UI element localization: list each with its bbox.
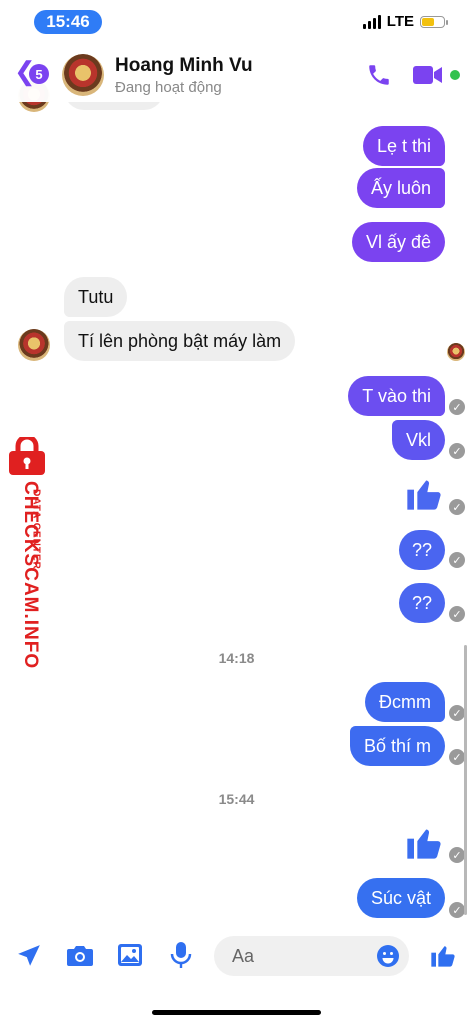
message-bubble-out[interactable]: Vkl — [391, 420, 445, 460]
like-thumb-icon[interactable] — [404, 472, 444, 514]
seen-avatar — [447, 343, 465, 361]
message-bubble-in[interactable]: Tí lên phòng bật máy làm — [64, 321, 296, 361]
send-location-icon[interactable] — [16, 943, 42, 969]
message-bubble-out[interactable]: T vào thi — [348, 376, 445, 416]
like-button-icon[interactable] — [429, 941, 457, 969]
timestamp-divider: 15:44 — [218, 791, 255, 807]
delivered-check-icon: ✓ — [449, 443, 465, 459]
timestamp-divider: 14:18 — [218, 650, 255, 666]
microphone-icon[interactable] — [170, 941, 192, 969]
message-bubble-out[interactable]: ?? — [399, 583, 445, 623]
message-bubble-out[interactable]: Vl ấy đê — [351, 222, 445, 262]
emoji-icon[interactable] — [376, 944, 400, 968]
gallery-icon[interactable] — [117, 943, 143, 967]
delivered-check-icon: ✓ — [449, 705, 465, 721]
home-indicator[interactable] — [152, 1010, 321, 1015]
delivered-check-icon: ✓ — [449, 606, 465, 622]
message-bubble-out[interactable]: Đcmm — [365, 682, 445, 722]
delivered-check-icon: ✓ — [449, 749, 465, 765]
message-bubble-out[interactable]: ?? — [399, 530, 445, 570]
watermark-text: CHECKSCAM.INFO — [20, 481, 41, 670]
contact-avatar[interactable] — [62, 54, 104, 96]
network-label: LTE — [386, 13, 414, 30]
delivered-check-icon: ✓ — [449, 847, 465, 863]
phone-icon[interactable] — [366, 62, 392, 88]
chat-scrollbar[interactable] — [464, 645, 467, 915]
contact-status: Đang hoạt động — [115, 79, 222, 96]
chat-header: ❮ 5 Hoang Minh Vu Đang hoạt động — [0, 40, 473, 102]
delivered-check-icon: ✓ — [449, 399, 465, 415]
message-bubble-out[interactable]: Súc vật — [356, 878, 445, 918]
delivered-check-icon: ✓ — [449, 902, 465, 918]
like-thumb-icon[interactable] — [404, 821, 444, 863]
message-input-placeholder: Aa — [232, 946, 255, 966]
status-indicators: LTE — [362, 13, 448, 30]
lock-icon — [9, 437, 45, 475]
message-bubble-in[interactable]: Tutu — [64, 277, 128, 317]
message-bubble-out[interactable]: Bố thí m — [349, 726, 445, 766]
online-dot — [450, 70, 460, 80]
unread-count-badge[interactable]: 5 — [29, 64, 49, 84]
video-call-icon[interactable] — [413, 64, 443, 86]
battery-icon — [420, 15, 448, 28]
camera-icon[interactable] — [66, 944, 94, 968]
delivered-check-icon: ✓ — [449, 499, 465, 515]
signal-icon — [362, 14, 381, 29]
status-time: 15:46 — [34, 10, 102, 34]
contact-avatar-small[interactable] — [18, 329, 50, 361]
contact-name[interactable]: Hoang Minh Vu — [115, 55, 253, 77]
message-bubble-out[interactable]: Ấy luôn — [356, 168, 445, 208]
delivered-check-icon: ✓ — [449, 552, 465, 568]
message-bubble-out[interactable]: Lẹ t thi — [362, 126, 445, 166]
